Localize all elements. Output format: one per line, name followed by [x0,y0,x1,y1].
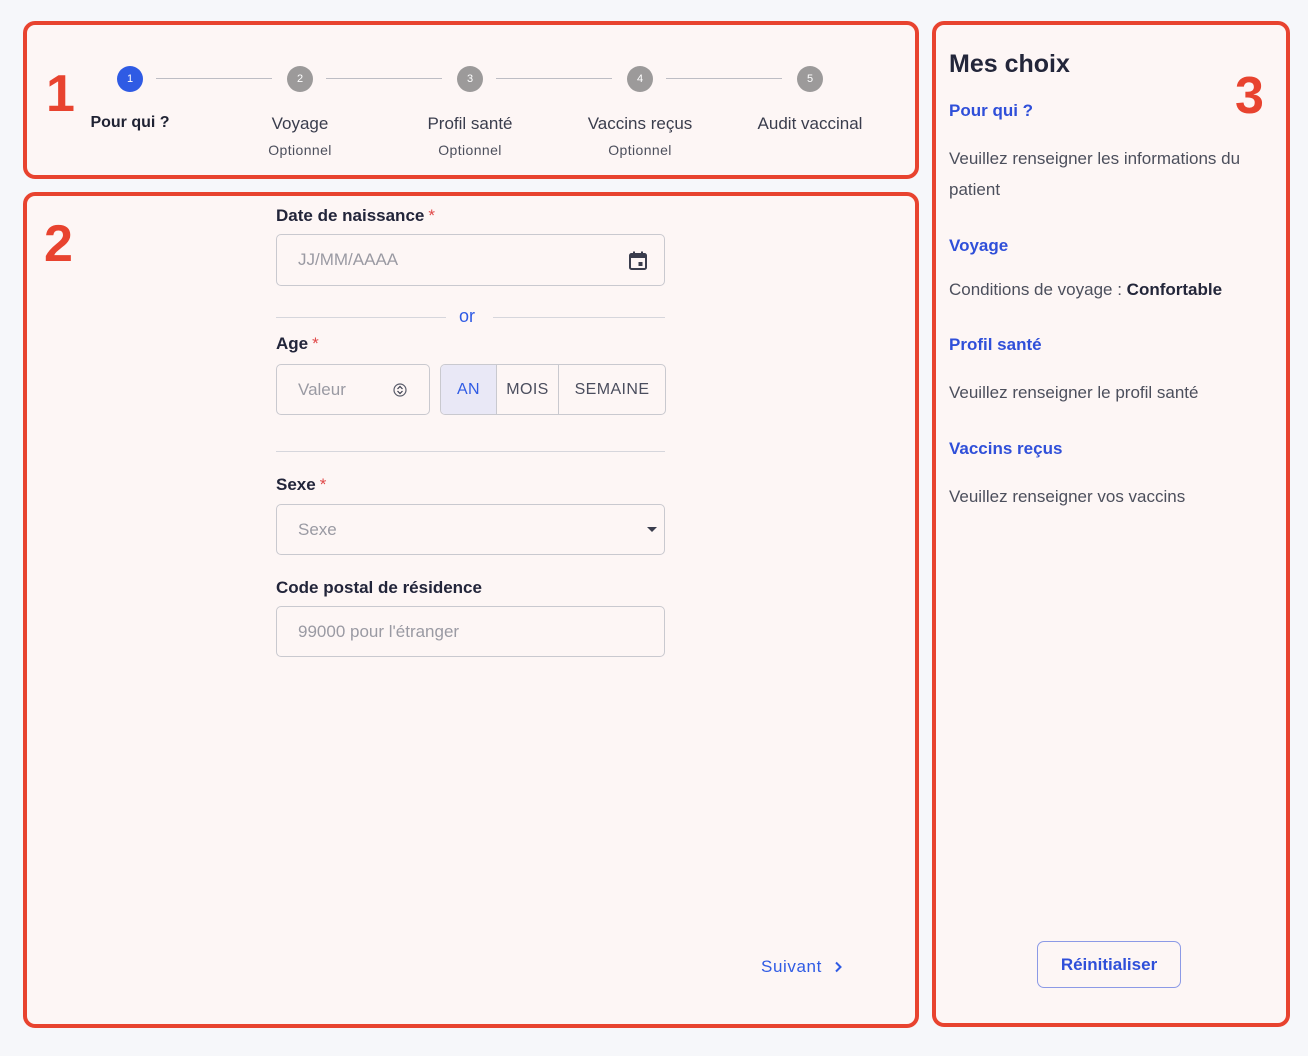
step-number-circle: 4 [627,66,653,92]
annotation-number: 3 [1235,67,1264,125]
summary-text-voyage: Conditions de voyage : Confortable [949,280,1223,299]
sex-select[interactable]: Sexe [276,504,665,555]
summary-text-profil-sante: Veuillez renseigner le profil santé [949,383,1199,402]
summary-heading-pour-qui: Pour qui ? [949,101,1034,120]
section-divider [276,451,665,452]
required-mark: * [312,334,319,353]
step-number-circle: 2 [287,66,313,92]
summary-heading-voyage: Voyage [949,236,1009,255]
step-voyage[interactable]: 2 Voyage Optionnel [215,66,385,158]
step-label: Audit vaccinal [757,114,863,133]
stepper-panel: 1 Pour qui ? 2 Voyage Optionnel 3 Profil… [26,24,916,176]
step-optional-label: Optionnel [608,142,672,158]
step-label: Profil santé [427,114,513,133]
reset-button[interactable]: Réinitialiser [1037,941,1181,988]
sidebar-title: Mes choix [949,50,1070,78]
travel-condition-value: Confortable [1126,280,1223,299]
step-vaccins-recus[interactable]: 4 Vaccins reçus Optionnel [555,66,725,158]
step-label: Vaccins reçus [587,114,693,133]
calendar-icon[interactable] [626,249,650,273]
required-mark: * [428,206,435,225]
age-value-input[interactable]: Valeur [276,364,430,415]
age-unit-toggle: AN MOIS SEMAINE [440,364,666,415]
annotation-number: 2 [44,215,73,273]
required-mark: * [319,475,327,494]
step-number-circle: 5 [797,66,823,92]
step-label: Voyage [271,114,329,133]
birthdate-label: Date de naissance * [276,206,435,225]
next-button[interactable]: Suivant [761,957,842,977]
birthdate-input[interactable]: JJ/MM/AAAA [276,234,665,286]
age-label: Age * [276,334,319,353]
summary-heading-profil-sante: Profil santé [949,335,1042,354]
dropdown-caret-icon [647,527,657,532]
unit-an-button[interactable]: AN [441,365,496,414]
postal-code-input[interactable]: 99000 pour l'étranger [276,606,665,657]
or-separator: or [459,306,476,326]
or-divider-left [276,317,446,318]
step-number-circle: 1 [117,66,143,92]
annotation-number: 1 [46,65,75,123]
summary-text-vaccins: Veuillez renseigner vos vaccins [949,487,1186,506]
unit-semaine-button[interactable]: SEMAINE [558,365,665,414]
summary-text-pour-qui: Veuillez renseigner les informations du … [949,149,1241,199]
or-divider-right [493,317,665,318]
unit-mois-button[interactable]: MOIS [496,365,558,414]
step-optional-label: Optionnel [438,142,502,158]
step-profil-sante[interactable]: 3 Profil santé Optionnel [385,66,555,158]
step-number-circle: 3 [457,66,483,92]
summary-heading-vaccins: Vaccins reçus [949,439,1063,458]
postal-code-label: Code postal de résidence [276,578,482,597]
patient-form-panel: Date de naissance * JJ/MM/AAAA or Age * Va… [26,195,916,1025]
stepper-arrows-icon[interactable] [393,381,407,399]
chevron-right-icon [835,961,842,973]
choices-sidebar: Mes choix Pour qui ? Veuillez renseigner… [935,24,1287,1024]
sex-label: Sexe * [276,475,327,494]
step-audit-vaccinal[interactable]: 5 Audit vaccinal [725,66,895,134]
step-optional-label: Optionnel [268,142,332,158]
